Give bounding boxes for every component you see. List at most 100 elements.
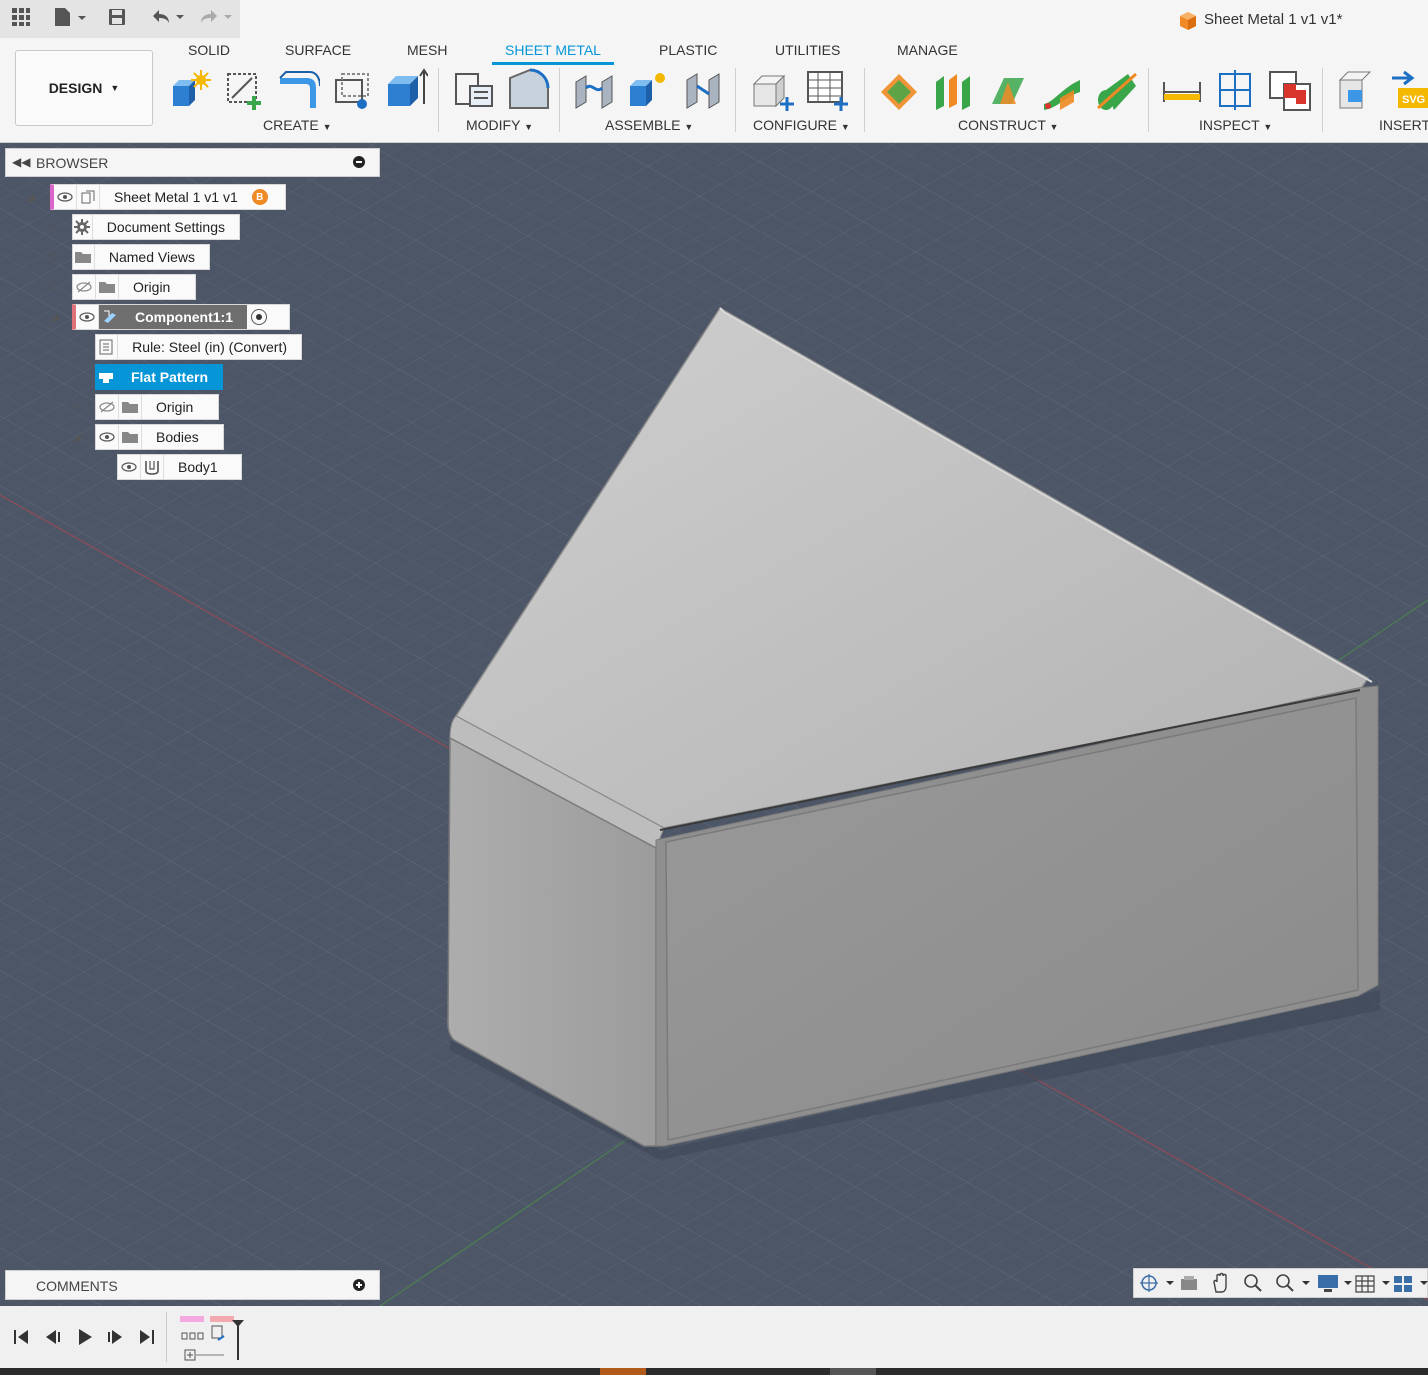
group-assemble-label: ASSEMBLE <box>605 117 681 133</box>
step-forward-icon[interactable] <box>106 1328 124 1349</box>
document-title: Sheet Metal 1 v1 v1* <box>1204 11 1343 28</box>
expanded-triangle-icon[interactable]: ◢ <box>51 312 59 323</box>
timeline-add-icon[interactable] <box>184 1348 226 1365</box>
browser-node-bodies[interactable]: Bodies <box>95 424 224 450</box>
eye-icon[interactable] <box>118 455 141 479</box>
workspace-switcher[interactable]: DESIGN ▼ <box>15 50 153 126</box>
tab-manage[interactable]: MANAGE <box>897 42 958 58</box>
browser-node-body1[interactable]: Body1 <box>117 454 242 480</box>
tab-mesh[interactable]: MESH <box>407 42 447 58</box>
timeline-marker-icon[interactable] <box>230 1318 246 1363</box>
expanded-triangle-icon[interactable]: ◢ <box>27 192 35 203</box>
tab-sheet-metal[interactable]: SHEET METAL <box>505 42 601 58</box>
eye-hidden-icon[interactable] <box>73 275 96 299</box>
workspace-label: DESIGN <box>48 80 103 96</box>
tab-surface[interactable]: SURFACE <box>285 42 351 58</box>
document-icon <box>77 185 100 209</box>
collapsed-triangle-icon[interactable]: ▷ <box>51 221 59 232</box>
collapsed-triangle-icon[interactable]: ▷ <box>73 401 81 412</box>
file-icon[interactable] <box>50 5 90 29</box>
undo-icon[interactable] <box>146 5 188 29</box>
chevron-down-icon: ▼ <box>1263 122 1273 132</box>
eye-hidden-icon[interactable] <box>96 395 119 419</box>
timeline-sheet-metal-feature-icon[interactable] <box>210 1324 232 1349</box>
browser-node-component[interactable]: Component1:1 <box>72 304 290 330</box>
step-back-icon[interactable] <box>44 1328 62 1349</box>
browser-panel-header[interactable]: ◀◀ BROWSER <box>5 148 380 177</box>
configure-body-icon[interactable] <box>750 68 794 112</box>
as-built-joint-icon[interactable] <box>681 68 725 112</box>
tab-solid[interactable]: SOLID <box>188 42 230 58</box>
comments-panel-header[interactable]: COMMENTS <box>5 1270 380 1300</box>
extrude-icon[interactable] <box>384 68 429 112</box>
group-inspect[interactable]: INSPECT ▼ <box>1199 117 1272 133</box>
zoom-icon[interactable] <box>1242 1272 1264 1297</box>
axis-through-cylinder-icon[interactable] <box>1094 68 1138 112</box>
minimize-panel-icon[interactable] <box>353 156 365 168</box>
play-icon[interactable] <box>76 1328 94 1349</box>
browser-node-origin[interactable]: Origin <box>72 274 196 300</box>
browser-node-rule[interactable]: Rule: Steel (in) (Convert) <box>95 334 302 360</box>
fillet-icon[interactable] <box>506 68 550 112</box>
plane-through-two-edges-icon[interactable] <box>986 68 1030 112</box>
joint-icon[interactable] <box>572 68 616 112</box>
tab-plastic[interactable]: PLASTIC <box>659 42 717 58</box>
quick-access-toolbar <box>0 0 240 38</box>
new-component-icon[interactable] <box>167 68 211 112</box>
zoom-window-icon[interactable] <box>1274 1272 1310 1297</box>
group-assemble[interactable]: ASSEMBLE ▼ <box>605 117 693 133</box>
collapse-panel-icon[interactable]: ◀◀ <box>12 155 30 169</box>
look-at-icon[interactable] <box>1178 1272 1200 1297</box>
eye-icon[interactable] <box>96 425 119 449</box>
grid-menu-icon[interactable] <box>8 5 34 29</box>
redo-icon[interactable] <box>194 5 236 29</box>
expanded-triangle-icon[interactable]: ◢ <box>73 432 81 443</box>
browser-node-flat-pattern[interactable]: Flat Pattern <box>95 364 223 390</box>
plane-along-path-icon[interactable] <box>1040 68 1084 112</box>
rule-icon <box>96 335 119 359</box>
convert-sheet-metal-icon[interactable] <box>330 68 374 112</box>
browser-root-node[interactable]: Sheet Metal 1 v1 v1 B <box>50 184 286 210</box>
go-to-end-icon[interactable] <box>138 1328 156 1349</box>
display-settings-icon[interactable] <box>1316 1272 1352 1297</box>
section-analysis-icon[interactable] <box>1214 68 1258 112</box>
viewports-icon[interactable] <box>1392 1272 1428 1297</box>
group-configure[interactable]: CONFIGURE ▼ <box>753 117 850 133</box>
pan-icon[interactable] <box>1210 1272 1232 1297</box>
orbit-icon[interactable] <box>1138 1272 1174 1297</box>
flange-icon[interactable] <box>276 68 321 112</box>
radio-activate-icon[interactable] <box>251 309 267 325</box>
interference-icon[interactable] <box>1268 68 1312 112</box>
add-comment-icon[interactable] <box>353 1279 365 1291</box>
offset-plane-icon[interactable] <box>877 68 921 112</box>
separator <box>1322 68 1323 132</box>
eye-icon[interactable] <box>54 185 77 209</box>
go-to-start-icon[interactable] <box>12 1328 30 1349</box>
collapsed-triangle-icon[interactable]: ▷ <box>51 251 59 262</box>
configuration-table-icon[interactable] <box>804 68 848 112</box>
press-pull-icon[interactable] <box>452 68 496 112</box>
separator <box>559 68 560 132</box>
browser-node-document-settings[interactable]: Document Settings <box>72 214 240 240</box>
collapsed-triangle-icon[interactable]: ▷ <box>51 281 59 292</box>
version-badge: B <box>251 189 268 205</box>
document-tab[interactable]: Sheet Metal 1 v1 v1* <box>240 0 1428 38</box>
new-component-assemble-icon[interactable] <box>626 68 670 112</box>
grid-settings-icon[interactable] <box>1354 1272 1390 1297</box>
group-construct[interactable]: CONSTRUCT ▼ <box>958 117 1058 133</box>
group-modify[interactable]: MODIFY ▼ <box>466 117 533 133</box>
tab-utilities[interactable]: UTILITIES <box>775 42 840 58</box>
timeline-feature-icon[interactable] <box>180 1328 206 1347</box>
browser-node-component-origin[interactable]: Origin <box>95 394 219 420</box>
insert-svg-icon[interactable]: SVG <box>1390 68 1428 112</box>
group-create[interactable]: CREATE ▼ <box>263 117 332 133</box>
insert-derive-icon[interactable] <box>1336 68 1380 112</box>
measure-icon[interactable] <box>1160 68 1204 112</box>
eye-icon[interactable] <box>76 305 99 329</box>
group-insert[interactable]: INSERT <box>1379 117 1428 133</box>
create-sketch-icon[interactable] <box>222 68 266 112</box>
save-icon[interactable] <box>104 5 130 29</box>
browser-node-named-views[interactable]: Named Views <box>72 244 210 270</box>
midplane-icon[interactable] <box>932 68 976 112</box>
component-origin-label: Origin <box>156 399 194 415</box>
